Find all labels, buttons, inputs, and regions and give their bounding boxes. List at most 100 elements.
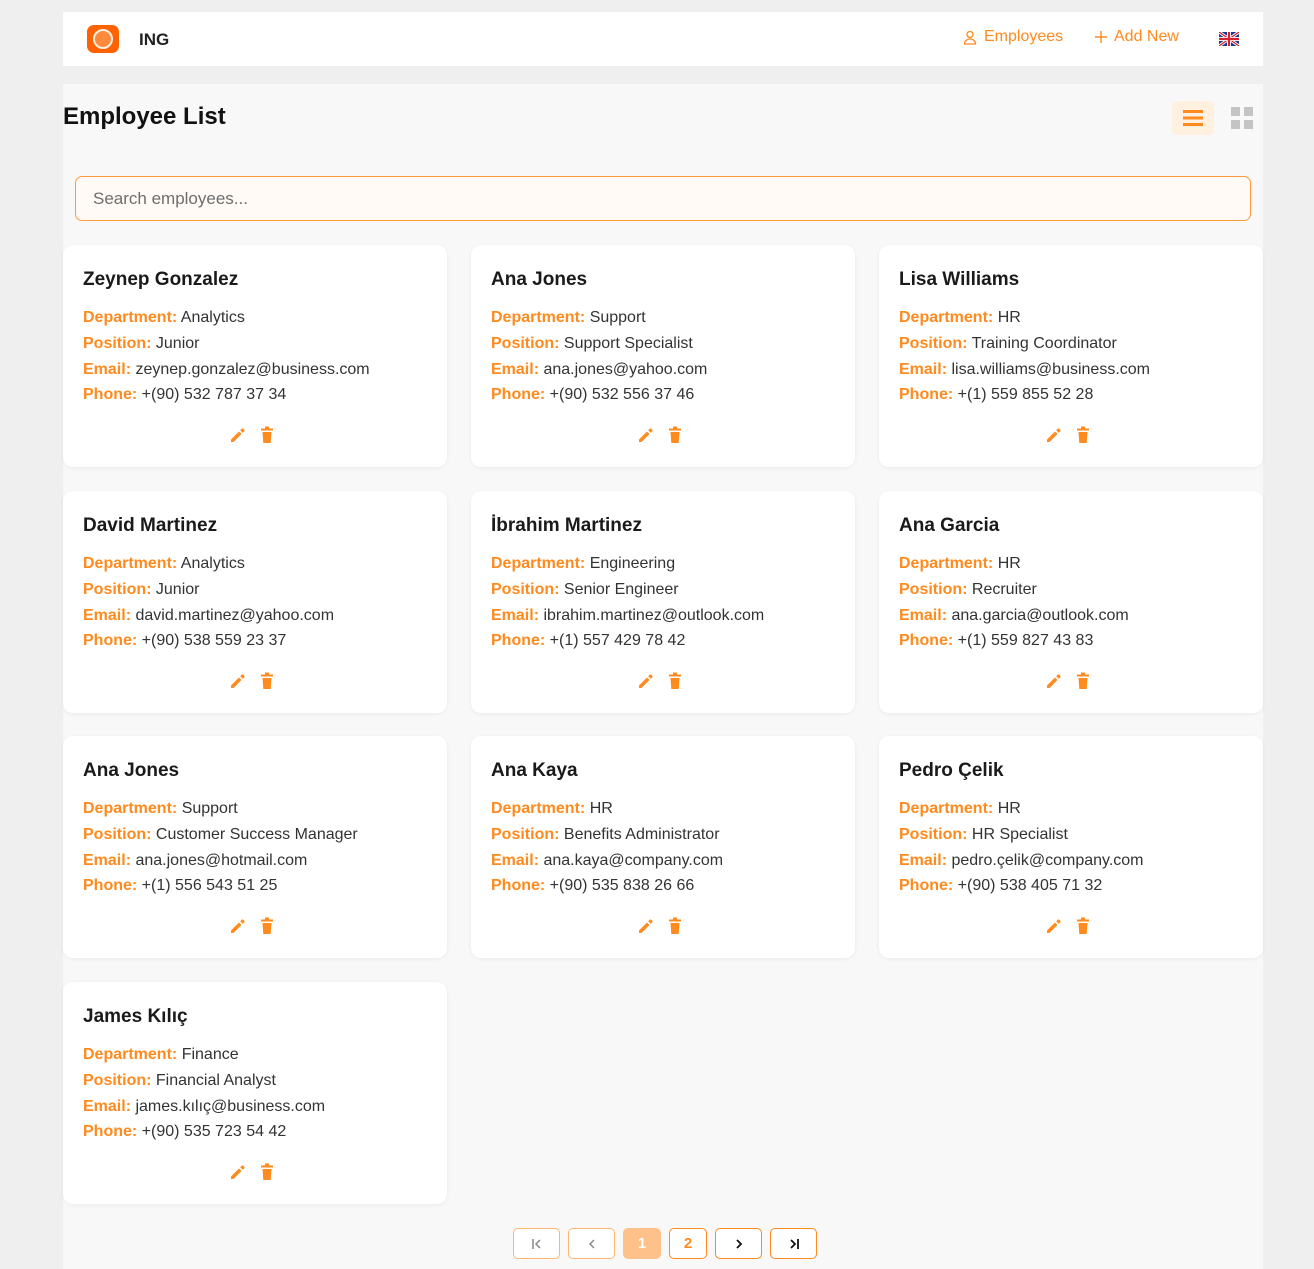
delete-button[interactable] xyxy=(1074,672,1092,690)
edit-button[interactable] xyxy=(637,917,655,935)
delete-button[interactable] xyxy=(666,672,684,690)
user-icon xyxy=(963,30,977,45)
employee-name: Lisa Williams xyxy=(899,269,1020,290)
employee-card: James Kılıç Department: Finance Position: … xyxy=(63,982,447,1204)
edit-button[interactable] xyxy=(1045,426,1063,444)
edit-button[interactable] xyxy=(1045,672,1063,690)
trash-icon xyxy=(669,672,681,689)
email-label: Email: xyxy=(83,1097,132,1115)
employee-department: HR xyxy=(589,800,613,817)
employee-position-row: Position: Junior xyxy=(83,331,370,357)
employee-email-row: Email: ana.jones@hotmail.com xyxy=(83,848,358,874)
last-page-button[interactable] xyxy=(770,1228,817,1259)
page-button-2[interactable]: 2 xyxy=(669,1228,707,1259)
first-page-button[interactable] xyxy=(513,1228,560,1259)
employee-department: HR xyxy=(997,309,1021,326)
employee-email-row: Email: pedro.çelik@company.com xyxy=(899,848,1144,874)
email-label: Email: xyxy=(83,360,132,378)
position-label: Position: xyxy=(491,334,560,352)
main-content: Employee List Zeynep Gonzalez Department:… xyxy=(63,84,1263,1269)
edit-button[interactable] xyxy=(229,672,247,690)
employee-phone: +(90) 538 559 23 37 xyxy=(141,632,287,650)
employee-position-row: Position: Senior Engineer xyxy=(491,577,764,603)
department-label: Department: xyxy=(899,800,994,817)
last-page-icon xyxy=(789,1238,799,1249)
edit-button[interactable] xyxy=(637,672,655,690)
employee-email: ibrahim.martinez@outlook.com xyxy=(543,606,765,624)
list-view-toggle[interactable] xyxy=(1172,101,1214,135)
employee-details: Department: HR Position: Recruiter Email: … xyxy=(899,551,1129,654)
delete-button[interactable] xyxy=(666,917,684,935)
employee-phone: +(1) 559 855 52 28 xyxy=(957,386,1094,404)
employee-email: ana.garcia@outlook.com xyxy=(951,606,1129,624)
phone-label: Phone: xyxy=(899,877,954,895)
employee-department: HR xyxy=(997,555,1021,572)
phone-label: Phone: xyxy=(491,386,546,404)
employee-card: Ana Jones Department: Support Position: Su… xyxy=(471,245,855,467)
position-label: Position: xyxy=(491,580,560,598)
department-label: Department: xyxy=(491,800,586,817)
phone-label: Phone: xyxy=(491,877,546,895)
phone-label: Phone: xyxy=(491,632,546,650)
pencil-icon xyxy=(639,674,653,688)
delete-button[interactable] xyxy=(258,426,276,444)
employee-department: Support xyxy=(589,309,646,326)
employee-email: david.martinez@yahoo.com xyxy=(135,606,335,624)
grid-view-toggle[interactable] xyxy=(1223,101,1261,135)
first-page-icon xyxy=(531,1238,541,1249)
grid-icon xyxy=(1231,107,1253,129)
page-button-1[interactable]: 1 xyxy=(623,1228,661,1259)
phone-label: Phone: xyxy=(83,632,138,650)
employee-name: James Kılıç xyxy=(83,1006,188,1027)
brand-name: ING xyxy=(139,30,170,49)
employee-email-row: Email: ana.jones@yahoo.com xyxy=(491,357,707,383)
edit-button[interactable] xyxy=(229,917,247,935)
position-label: Position: xyxy=(899,334,968,352)
previous-page-button[interactable] xyxy=(568,1228,615,1259)
employee-phone-row: Phone: +(1) 559 827 43 83 xyxy=(899,628,1129,654)
trash-icon xyxy=(1077,917,1089,934)
department-label: Department: xyxy=(83,1046,178,1063)
edit-button[interactable] xyxy=(229,426,247,444)
ing-lion-logo[interactable] xyxy=(87,25,119,53)
position-label: Position: xyxy=(899,825,968,843)
employee-department-row: Department: HR xyxy=(491,796,723,822)
edit-button[interactable] xyxy=(1045,917,1063,935)
employee-email-row: Email: david.martinez@yahoo.com xyxy=(83,603,334,629)
employee-position: Customer Success Manager xyxy=(155,825,358,843)
employee-phone: +(1) 559 827 43 83 xyxy=(957,632,1094,650)
employee-details: Department: HR Position: Training Coordin… xyxy=(899,305,1150,408)
phone-label: Phone: xyxy=(83,1123,138,1141)
email-label: Email: xyxy=(83,851,132,869)
nav-employees-link[interactable]: Employees xyxy=(962,28,1063,46)
delete-button[interactable] xyxy=(666,426,684,444)
pencil-icon xyxy=(1047,428,1061,442)
employee-card: Ana Garcia Department: HR Position: Recrui… xyxy=(879,491,1263,713)
employee-position-row: Position: Support Specialist xyxy=(491,331,707,357)
trash-icon xyxy=(669,426,681,443)
employee-position-row: Position: Financial Analyst xyxy=(83,1068,325,1094)
delete-button[interactable] xyxy=(1074,426,1092,444)
search-input[interactable] xyxy=(75,176,1251,221)
delete-button[interactable] xyxy=(258,1163,276,1181)
pagination: 1 2 xyxy=(513,1228,817,1259)
edit-button[interactable] xyxy=(229,1163,247,1181)
uk-flag-icon[interactable] xyxy=(1219,32,1239,46)
employee-card: Ana Jones Department: Support Position: Cu… xyxy=(63,736,447,958)
employee-email: pedro.çelik@company.com xyxy=(951,851,1144,869)
nav-add-new-label: Add New xyxy=(1114,28,1179,45)
employee-department: Analytics xyxy=(180,555,245,572)
next-page-button[interactable] xyxy=(715,1228,762,1259)
employee-position: Training Coordinator xyxy=(971,334,1117,352)
employee-email-row: Email: ibrahim.martinez@outlook.com xyxy=(491,603,764,629)
employee-name: Ana Jones xyxy=(491,269,588,290)
position-label: Position: xyxy=(83,334,152,352)
employee-department: Support xyxy=(181,800,238,817)
edit-button[interactable] xyxy=(637,426,655,444)
nav-add-new-link[interactable]: Add New xyxy=(1094,28,1179,46)
employee-position-row: Position: Junior xyxy=(83,577,334,603)
delete-button[interactable] xyxy=(258,917,276,935)
delete-button[interactable] xyxy=(258,672,276,690)
department-label: Department: xyxy=(83,800,178,817)
delete-button[interactable] xyxy=(1074,917,1092,935)
